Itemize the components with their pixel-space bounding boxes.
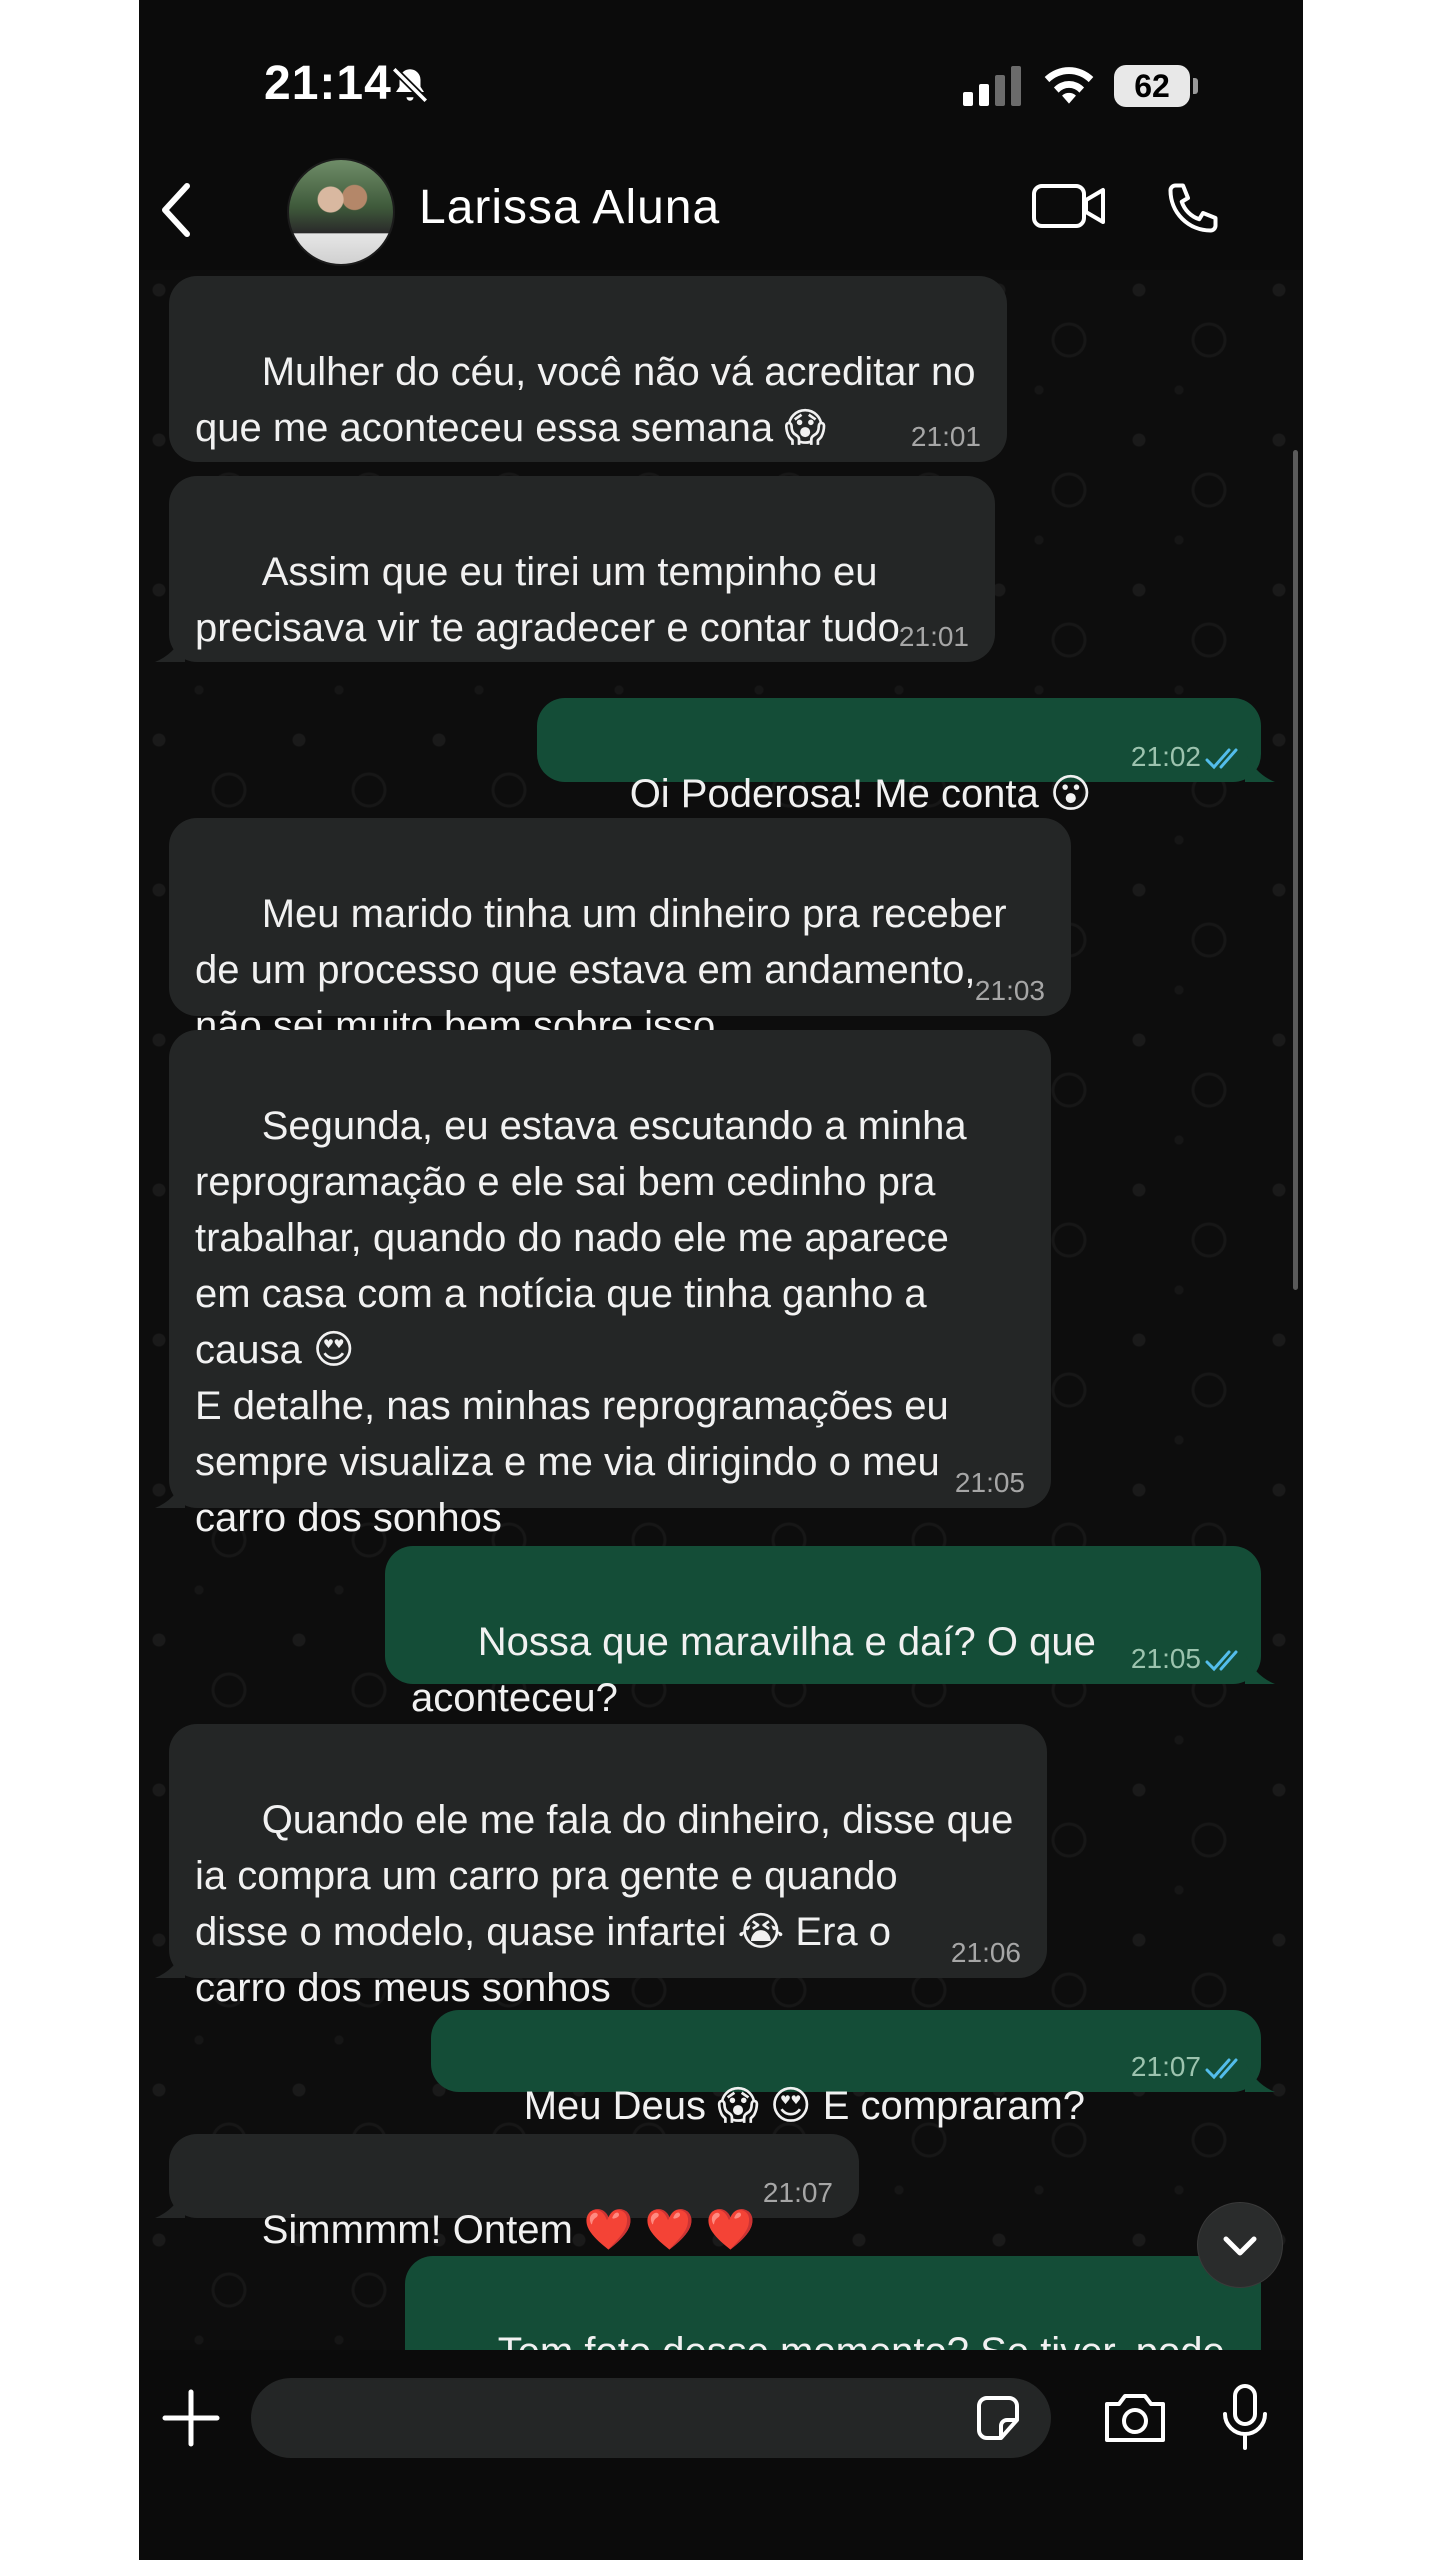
plus-icon[interactable] (159, 2386, 223, 2455)
read-ticks-icon (1205, 748, 1238, 770)
phone-screen: 21:14 62 Larissa Aluna Mulher do céu, vo… (139, 0, 1303, 2560)
chevron-down-icon (1223, 2236, 1257, 2256)
message-time: 21:05 (954, 1467, 1025, 1498)
video-camera-icon[interactable] (1031, 180, 1107, 237)
message-incoming[interactable]: Segunda, eu estava escutando a minha rep… (155, 1030, 1051, 1540)
avatar[interactable] (287, 158, 395, 266)
chevron-left-icon[interactable] (155, 178, 199, 247)
composer-bar (139, 2350, 1303, 2560)
message-time: 21:05 (1130, 1643, 1201, 1674)
message-time: 21:07 (762, 2177, 833, 2208)
message-text: Simmmm! Ontem ❤️ ❤️ ❤️ (261, 2208, 756, 2252)
read-ticks-icon (1205, 1650, 1238, 1672)
message-time: 21:02 (1130, 741, 1201, 772)
bell-slash-icon (389, 64, 431, 111)
message-text: Mulher do céu, você não vá acreditar no … (195, 350, 976, 450)
message-text: Segunda, eu estava escutando a minha rep… (195, 1104, 967, 1540)
message-outgoing[interactable]: Nossa que maravilha e daí? O que acontec… (385, 1546, 1275, 1720)
message-text: Tem foto desse momento? Se tiver, pode m… (431, 2330, 1225, 2350)
message-text: Meu Deus 😱 😍 E compraram? (523, 2084, 1086, 2128)
message-time: 21:07 (1130, 2051, 1201, 2082)
scroll-down-button[interactable] (1197, 2202, 1283, 2288)
bubble-tail (1245, 752, 1275, 782)
message-outgoing[interactable]: Tem foto desse momento? Se tiver, pode m… (405, 2256, 1261, 2350)
message-incoming[interactable]: Mulher do céu, você não vá acreditar no … (169, 276, 1007, 462)
bubble-tail (155, 632, 185, 662)
message-text: Assim que eu tirei um tempinho eu precis… (195, 550, 900, 650)
sticker-icon[interactable] (971, 2392, 1025, 2451)
message-outgoing[interactable]: Oi Poderosa! Me conta 😮 21:02 (537, 698, 1275, 816)
cellular-signal-icon (963, 66, 1025, 111)
message-text: Oi Poderosa! Me conta 😮 (629, 772, 1092, 816)
battery-icon (1193, 78, 1198, 94)
status-bar: 21:14 62 (139, 0, 1303, 170)
bubble-tail (155, 1948, 185, 1978)
microphone-icon[interactable] (1219, 2382, 1271, 2459)
message-text: Meu marido tinha um dinheiro pra receber… (195, 892, 1007, 1048)
bubble-tail (155, 2188, 185, 2218)
message-input[interactable] (251, 2378, 1051, 2458)
contact-name[interactable]: Larissa Aluna (419, 180, 720, 235)
message-incoming[interactable]: Simmmm! Ontem ❤️ ❤️ ❤️ 21:07 (155, 2134, 859, 2252)
message-list[interactable]: Mulher do céu, você não vá acreditar no … (139, 270, 1303, 2350)
message-time: 21:03 (974, 975, 1045, 1006)
battery-level: 62 (1114, 65, 1190, 107)
bubble-tail (155, 1478, 185, 1508)
scrollbar[interactable] (1293, 450, 1298, 1290)
message-text: Quando ele me fala do dinheiro, disse qu… (195, 1798, 1014, 2010)
message-time: 21:06 (950, 1937, 1021, 1968)
message-incoming[interactable]: Quando ele me fala do dinheiro, disse qu… (155, 1724, 1047, 2010)
message-incoming[interactable]: Meu marido tinha um dinheiro pra receber… (169, 818, 1071, 1048)
chat-header: Larissa Aluna (139, 150, 1303, 270)
message-outgoing[interactable]: Meu Deus 😱 😍 E compraram? 21:07 (431, 2010, 1275, 2128)
phone-icon[interactable] (1163, 178, 1223, 243)
status-time: 21:14 (264, 57, 392, 110)
message-text: Nossa que maravilha e daí? O que acontec… (411, 1620, 1096, 1720)
bubble-tail (1245, 2062, 1275, 2092)
read-ticks-icon (1205, 2058, 1238, 2080)
camera-icon[interactable] (1101, 2390, 1169, 2451)
bubble-tail (1245, 1654, 1275, 1684)
message-time: 21:01 (898, 621, 969, 652)
message-time: 21:01 (910, 421, 981, 452)
wifi-icon (1041, 62, 1097, 111)
message-incoming[interactable]: Assim que eu tirei um tempinho eu precis… (155, 476, 995, 662)
